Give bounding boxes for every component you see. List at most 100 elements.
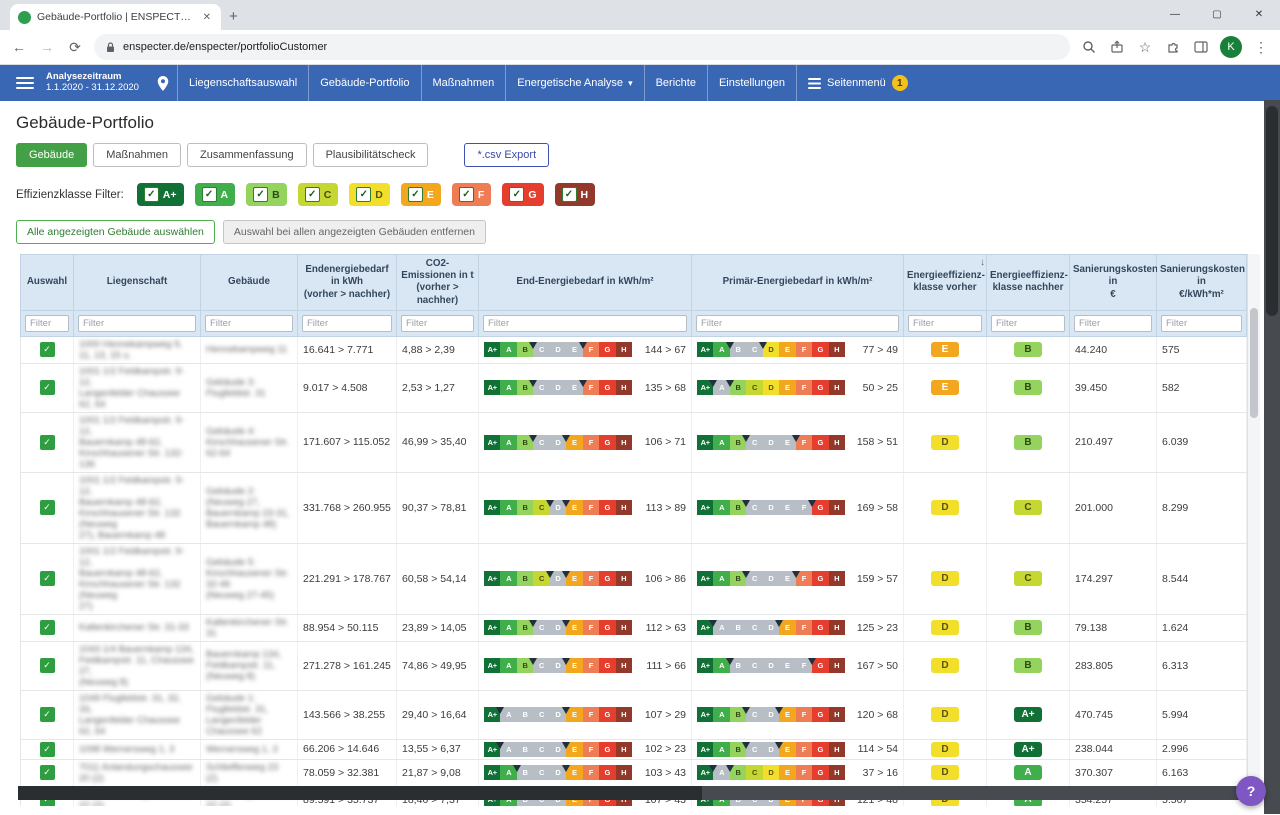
help-button[interactable]: ? [1236,776,1266,806]
zoom-search-icon[interactable] [1080,40,1098,54]
nav-item-berichte[interactable]: Berichte [644,65,707,101]
forward-icon[interactable]: → [38,39,56,55]
tab-ma-nahmen[interactable]: Maßnahmen [93,143,181,167]
checkbox-checked-icon[interactable]: ✓ [356,187,371,202]
co2-cell: 4,88 > 2,39 [397,336,479,363]
column-header-energieeffizienz-klasse-vorher[interactable]: Energieeffizienz-klasse vorher↓ [904,255,987,311]
row-checkbox[interactable]: ✓ [40,500,55,515]
checkbox-checked-icon[interactable]: ✓ [144,187,159,202]
row-checkbox[interactable]: ✓ [40,658,55,673]
profile-avatar[interactable]: K [1220,36,1242,58]
extensions-puzzle-icon[interactable] [1164,40,1182,54]
page-horizontal-scrollbar[interactable] [18,786,1262,800]
checkbox-checked-icon[interactable]: ✓ [509,187,524,202]
row-checkbox[interactable]: ✓ [40,707,55,722]
checkbox-checked-icon[interactable]: ✓ [562,187,577,202]
row-checkbox[interactable]: ✓ [40,571,55,586]
csv-export-button[interactable]: *.csv Export [464,143,549,167]
class-filter-chip-g[interactable]: ✓G [502,183,543,206]
column-header-sanierungskosten-in-kwh-m[interactable]: Sanierungskosten in€/kWh*m² [1157,255,1247,311]
location-pin-icon[interactable] [157,76,169,91]
side-menu-button[interactable]: Seitenmenü 1 [796,65,919,101]
kebab-menu-icon[interactable]: ⋮ [1252,39,1270,56]
new-tab-button[interactable]: + [229,8,238,25]
column-filter-input[interactable] [991,315,1065,332]
page-vertical-scrollbar-thumb[interactable] [1266,106,1278,316]
klasse-nachher-cell: B [987,412,1070,472]
column-header-auswahl[interactable]: Auswahl [21,255,74,311]
checkbox-checked-icon[interactable]: ✓ [305,187,320,202]
share-icon[interactable] [1108,40,1126,54]
class-filter-chip-a[interactable]: ✓A+ [137,183,184,206]
row-checkbox[interactable]: ✓ [40,742,55,757]
tab-geb-ude[interactable]: Gebäude [16,143,87,167]
page-horizontal-scrollbar-thumb[interactable] [18,786,702,800]
nav-item-ma-nahmen[interactable]: Maßnahmen [421,65,506,101]
close-icon[interactable]: ✕ [1238,0,1280,28]
page-vertical-scrollbar[interactable] [1264,100,1280,814]
row-checkbox[interactable]: ✓ [40,435,55,450]
class-filter-chip-a[interactable]: ✓A [195,183,236,206]
column-header-geb-ude[interactable]: Gebäude [201,255,298,311]
column-filter-input[interactable] [1161,315,1242,332]
checkbox-checked-icon[interactable]: ✓ [253,187,268,202]
table-scrollbar-thumb[interactable] [1250,308,1258,418]
column-header-prim-r-energiebedarf-in-kwh-m[interactable]: Primär-Energiebedarf in kWh/m² [692,255,904,311]
hamburger-menu-icon[interactable] [16,77,34,89]
sort-descending-icon[interactable]: ↓ [980,257,985,270]
column-header-liegenschaft[interactable]: Liegenschaft [74,255,201,311]
minimize-icon[interactable]: — [1154,0,1196,28]
class-filter-chip-f[interactable]: ✓F [452,183,491,206]
column-filter-input[interactable] [78,315,196,332]
column-header-energieeffizienz-klasse-nachher[interactable]: Energieeffizienz-klasse nachher [987,255,1070,311]
row-checkbox[interactable]: ✓ [40,380,55,395]
energy-seg-a: A [713,707,729,722]
energy-seg-h: H [829,380,845,395]
deselect-all-button[interactable]: Auswahl bei allen angezeigten Gebäuden e… [223,220,486,244]
class-filter-chip-c[interactable]: ✓C [298,183,339,206]
column-filter-input[interactable] [302,315,392,332]
row-checkbox[interactable]: ✓ [40,620,55,635]
column-filter-input[interactable] [25,315,69,332]
column-header-co2-emissionen-in-t-vorher-nachher[interactable]: CO2-Emissionen in t(vorher > nachher) [397,255,479,311]
select-all-button[interactable]: Alle angezeigten Gebäude auswählen [16,220,215,244]
back-icon[interactable]: ← [10,39,28,55]
class-filter-chip-d[interactable]: ✓D [349,183,390,206]
nav-item-geb-ude-portfolio[interactable]: Gebäude-Portfolio [308,65,420,101]
gebaeude-text: Wernersweg 1, 3 [206,744,292,755]
primaer-energiebedarf-bar-scale: A+ABCDEFGH [697,620,845,635]
bookmark-star-icon[interactable]: ☆ [1136,39,1154,56]
column-filter-input[interactable] [483,315,687,332]
row-checkbox[interactable]: ✓ [40,765,55,780]
column-filter-input[interactable] [696,315,899,332]
column-filter-input[interactable] [1074,315,1152,332]
checkbox-checked-icon[interactable]: ✓ [459,187,474,202]
address-bar[interactable]: enspecter.de/enspecter/portfolioCustomer [94,34,1070,60]
energy-seg-h: H [616,742,632,757]
column-filter-input[interactable] [401,315,474,332]
nav-item-liegenschaftsauswahl[interactable]: Liegenschaftsauswahl [177,65,308,101]
nav-item-energetische-analyse[interactable]: Energetische Analyse▾ [505,65,643,101]
column-header-sanierungskosten-in[interactable]: Sanierungskosten in€ [1070,255,1157,311]
table-vertical-scrollbar[interactable] [1247,254,1260,806]
browser-tab[interactable]: Gebäude-Portfolio | ENSPECTER ✕ [10,4,221,30]
checkbox-checked-icon[interactable]: ✓ [202,187,217,202]
checkbox-checked-icon[interactable]: ✓ [408,187,423,202]
class-filter-chip-h[interactable]: ✓H [555,183,596,206]
column-header-endenergiebedarf-in-kwh-vorher-nachher[interactable]: Endenergiebedarf in kWh(vorher > nachher… [298,255,397,311]
column-filter-input[interactable] [908,315,982,332]
side-panel-icon[interactable] [1192,41,1210,53]
portfolio-table-wrap: AuswahlLiegenschaftGebäudeEndenergiebeda… [20,254,1260,806]
nav-item-einstellungen[interactable]: Einstellungen [707,65,796,101]
row-checkbox[interactable]: ✓ [40,342,55,357]
tab-zusammenfassung[interactable]: Zusammenfassung [187,143,307,167]
class-filter-chip-b[interactable]: ✓B [246,183,287,206]
marker-vorher-icon [726,765,734,772]
class-filter-chip-e[interactable]: ✓E [401,183,441,206]
column-filter-input[interactable] [205,315,293,332]
reload-icon[interactable]: ⟳ [66,39,84,56]
maximize-icon[interactable]: ▢ [1196,0,1238,28]
tab-plausibilit-tscheck[interactable]: Plausibilitätscheck [313,143,429,167]
tab-close-icon[interactable]: ✕ [201,12,213,23]
column-header-end-energiebedarf-in-kwh-m[interactable]: End-Energiebedarf in kWh/m² [479,255,692,311]
